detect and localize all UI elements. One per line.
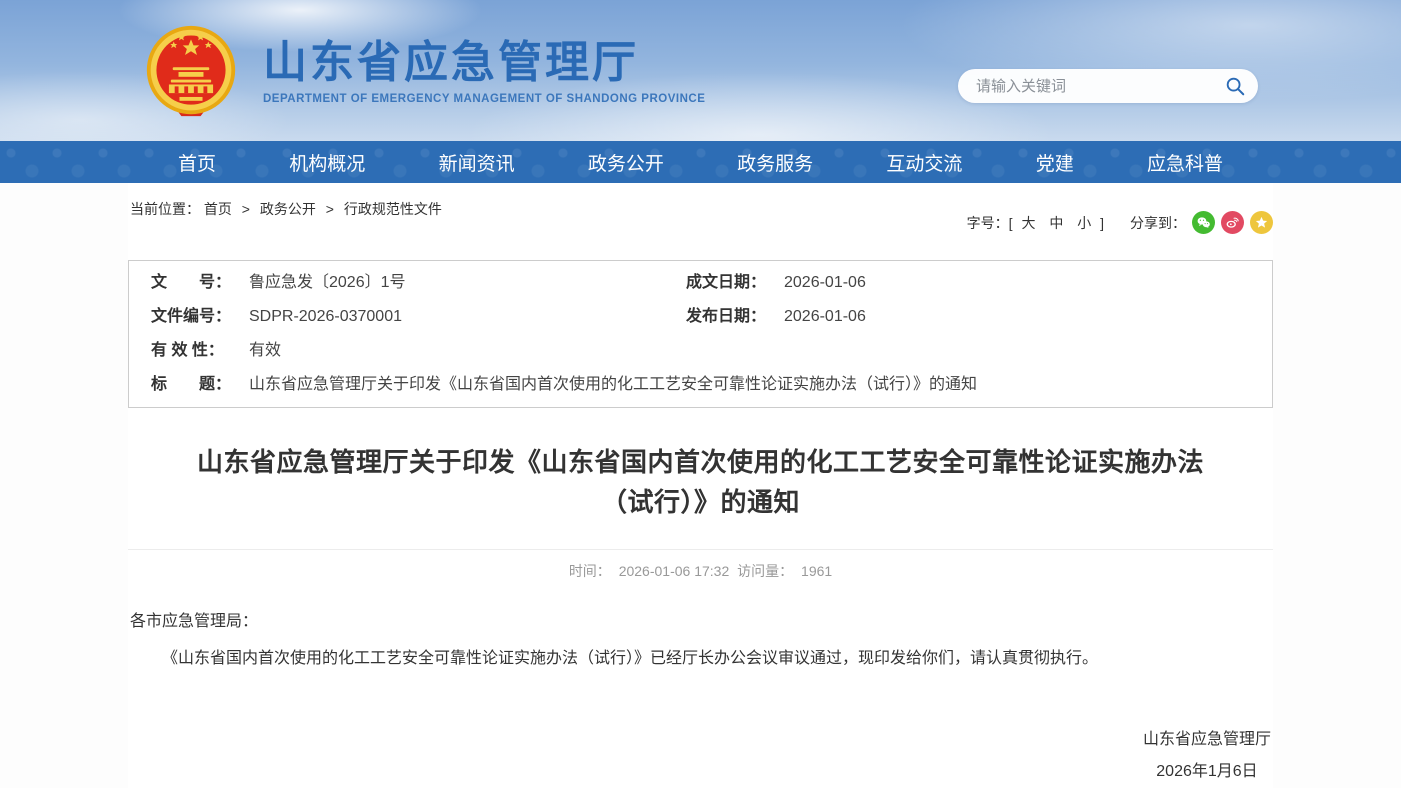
nav-item-emergency-science[interactable]: 应急科普 [1147, 149, 1223, 176]
breadcrumb-label: 当前位置： [130, 201, 200, 217]
nav-item-party-building[interactable]: 党建 [1036, 149, 1074, 176]
site-header: 山东省应急管理厅 DEPARTMENT OF EMERGENCY MANAGEM… [0, 0, 1401, 141]
signature-org: 山东省应急管理厅 [1143, 724, 1271, 756]
breadcrumb-separator: > [242, 201, 250, 217]
doc-title-label: 标 题： [129, 368, 249, 402]
favorite-star-icon [1254, 215, 1269, 230]
font-size-suffix: ] [1100, 215, 1104, 231]
site-subtitle: DEPARTMENT OF EMERGENCY MANAGEMENT OF SH… [263, 93, 705, 105]
doc-number-value: 鲁应急发〔2026〕1号 [249, 266, 664, 300]
font-size-control: 字号：[ 大 中 小 ] [967, 213, 1104, 233]
doc-info-box: 文 号： 鲁应急发〔2026〕1号 成文日期： 2026-01-06 文件编号：… [128, 260, 1273, 408]
font-size-large-button[interactable]: 大 [1021, 215, 1035, 231]
search-icon [1224, 75, 1246, 97]
publish-date-value: 2026-01-06 [784, 300, 1272, 334]
time-value: 2026-01-06 17:32 [619, 563, 730, 579]
share-favorite-button[interactable] [1250, 211, 1273, 234]
nav-item-home[interactable]: 首页 [178, 149, 216, 176]
written-date-label: 成文日期： [664, 266, 784, 300]
breadcrumb-link-home[interactable]: 首页 [204, 201, 232, 217]
breadcrumb-link-gov-disclosure[interactable]: 政务公开 [260, 201, 316, 217]
article-title: 山东省应急管理厅关于印发《山东省国内首次使用的化工工艺安全可靠性论证实施办法（试… [181, 442, 1221, 523]
breadcrumb: 当前位置： 首页 > 政务公开 > 行政规范性文件 [128, 199, 442, 219]
validity-value: 有效 [249, 334, 1272, 368]
views-label: 访问量： [737, 563, 793, 579]
breadcrumb-link-normative-files[interactable]: 行政规范性文件 [344, 201, 442, 217]
share-wechat-button[interactable] [1192, 211, 1215, 234]
nav-item-gov-disclosure[interactable]: 政务公开 [588, 149, 664, 176]
share-weibo-button[interactable] [1221, 211, 1244, 234]
main-nav: 首页 机构概况 新闻资讯 政务公开 政务服务 互动交流 党建 应急科普 [0, 141, 1401, 183]
article-signature: 山东省应急管理厅 2026年1月6日 [128, 724, 1273, 788]
views-value: 1961 [801, 563, 832, 579]
page-content: 当前位置： 首页 > 政务公开 > 行政规范性文件 字号：[ 大 中 小 ] 分… [128, 183, 1273, 788]
site-brand[interactable]: 山东省应急管理厅 DEPARTMENT OF EMERGENCY MANAGEM… [143, 24, 705, 120]
share-label: 分享到： [1130, 213, 1186, 233]
search-button[interactable] [1224, 75, 1258, 97]
file-code-label: 文件编号： [129, 300, 249, 334]
article-body: 各市应急管理局： 《山东省国内首次使用的化工工艺安全可靠性论证实施办法（试行）》… [128, 607, 1273, 674]
search-input[interactable] [958, 78, 1224, 95]
weibo-icon [1225, 215, 1240, 230]
doc-title-value: 山东省应急管理厅关于印发《山东省国内首次使用的化工工艺安全可靠性论证实施办法（试… [249, 368, 1272, 402]
font-size-medium-button[interactable]: 中 [1049, 215, 1063, 231]
doc-number-label: 文 号： [129, 266, 249, 300]
page-tools: 字号：[ 大 中 小 ] 分享到： [967, 211, 1273, 234]
wechat-icon [1196, 215, 1211, 230]
nav-item-interaction[interactable]: 互动交流 [886, 149, 962, 176]
article-salutation: 各市应急管理局： [130, 607, 1271, 637]
article-paragraph: 《山东省国内首次使用的化工工艺安全可靠性论证实施办法（试行）》已经厅长办公会议审… [130, 644, 1271, 674]
nav-item-news[interactable]: 新闻资讯 [439, 149, 515, 176]
validity-label: 有 效 性： [129, 334, 249, 368]
written-date-value: 2026-01-06 [784, 266, 1272, 300]
nav-item-gov-services[interactable]: 政务服务 [737, 149, 813, 176]
breadcrumb-separator: > [326, 201, 334, 217]
nav-item-org-overview[interactable]: 机构概况 [289, 149, 365, 176]
site-title: 山东省应急管理厅 [263, 39, 705, 87]
search-box [958, 69, 1258, 103]
font-size-small-button[interactable]: 小 [1077, 215, 1091, 231]
file-code-value: SDPR-2026-0370001 [249, 300, 664, 334]
article-meta: 时间： 2026-01-06 17:32 访问量： 1961 [128, 549, 1273, 581]
publish-date-label: 发布日期： [664, 300, 784, 334]
font-size-prefix: 字号：[ [967, 215, 1013, 231]
signature-date: 2026年1月6日 [1143, 756, 1271, 788]
national-emblem-icon [143, 24, 239, 120]
time-label: 时间： [569, 563, 611, 579]
